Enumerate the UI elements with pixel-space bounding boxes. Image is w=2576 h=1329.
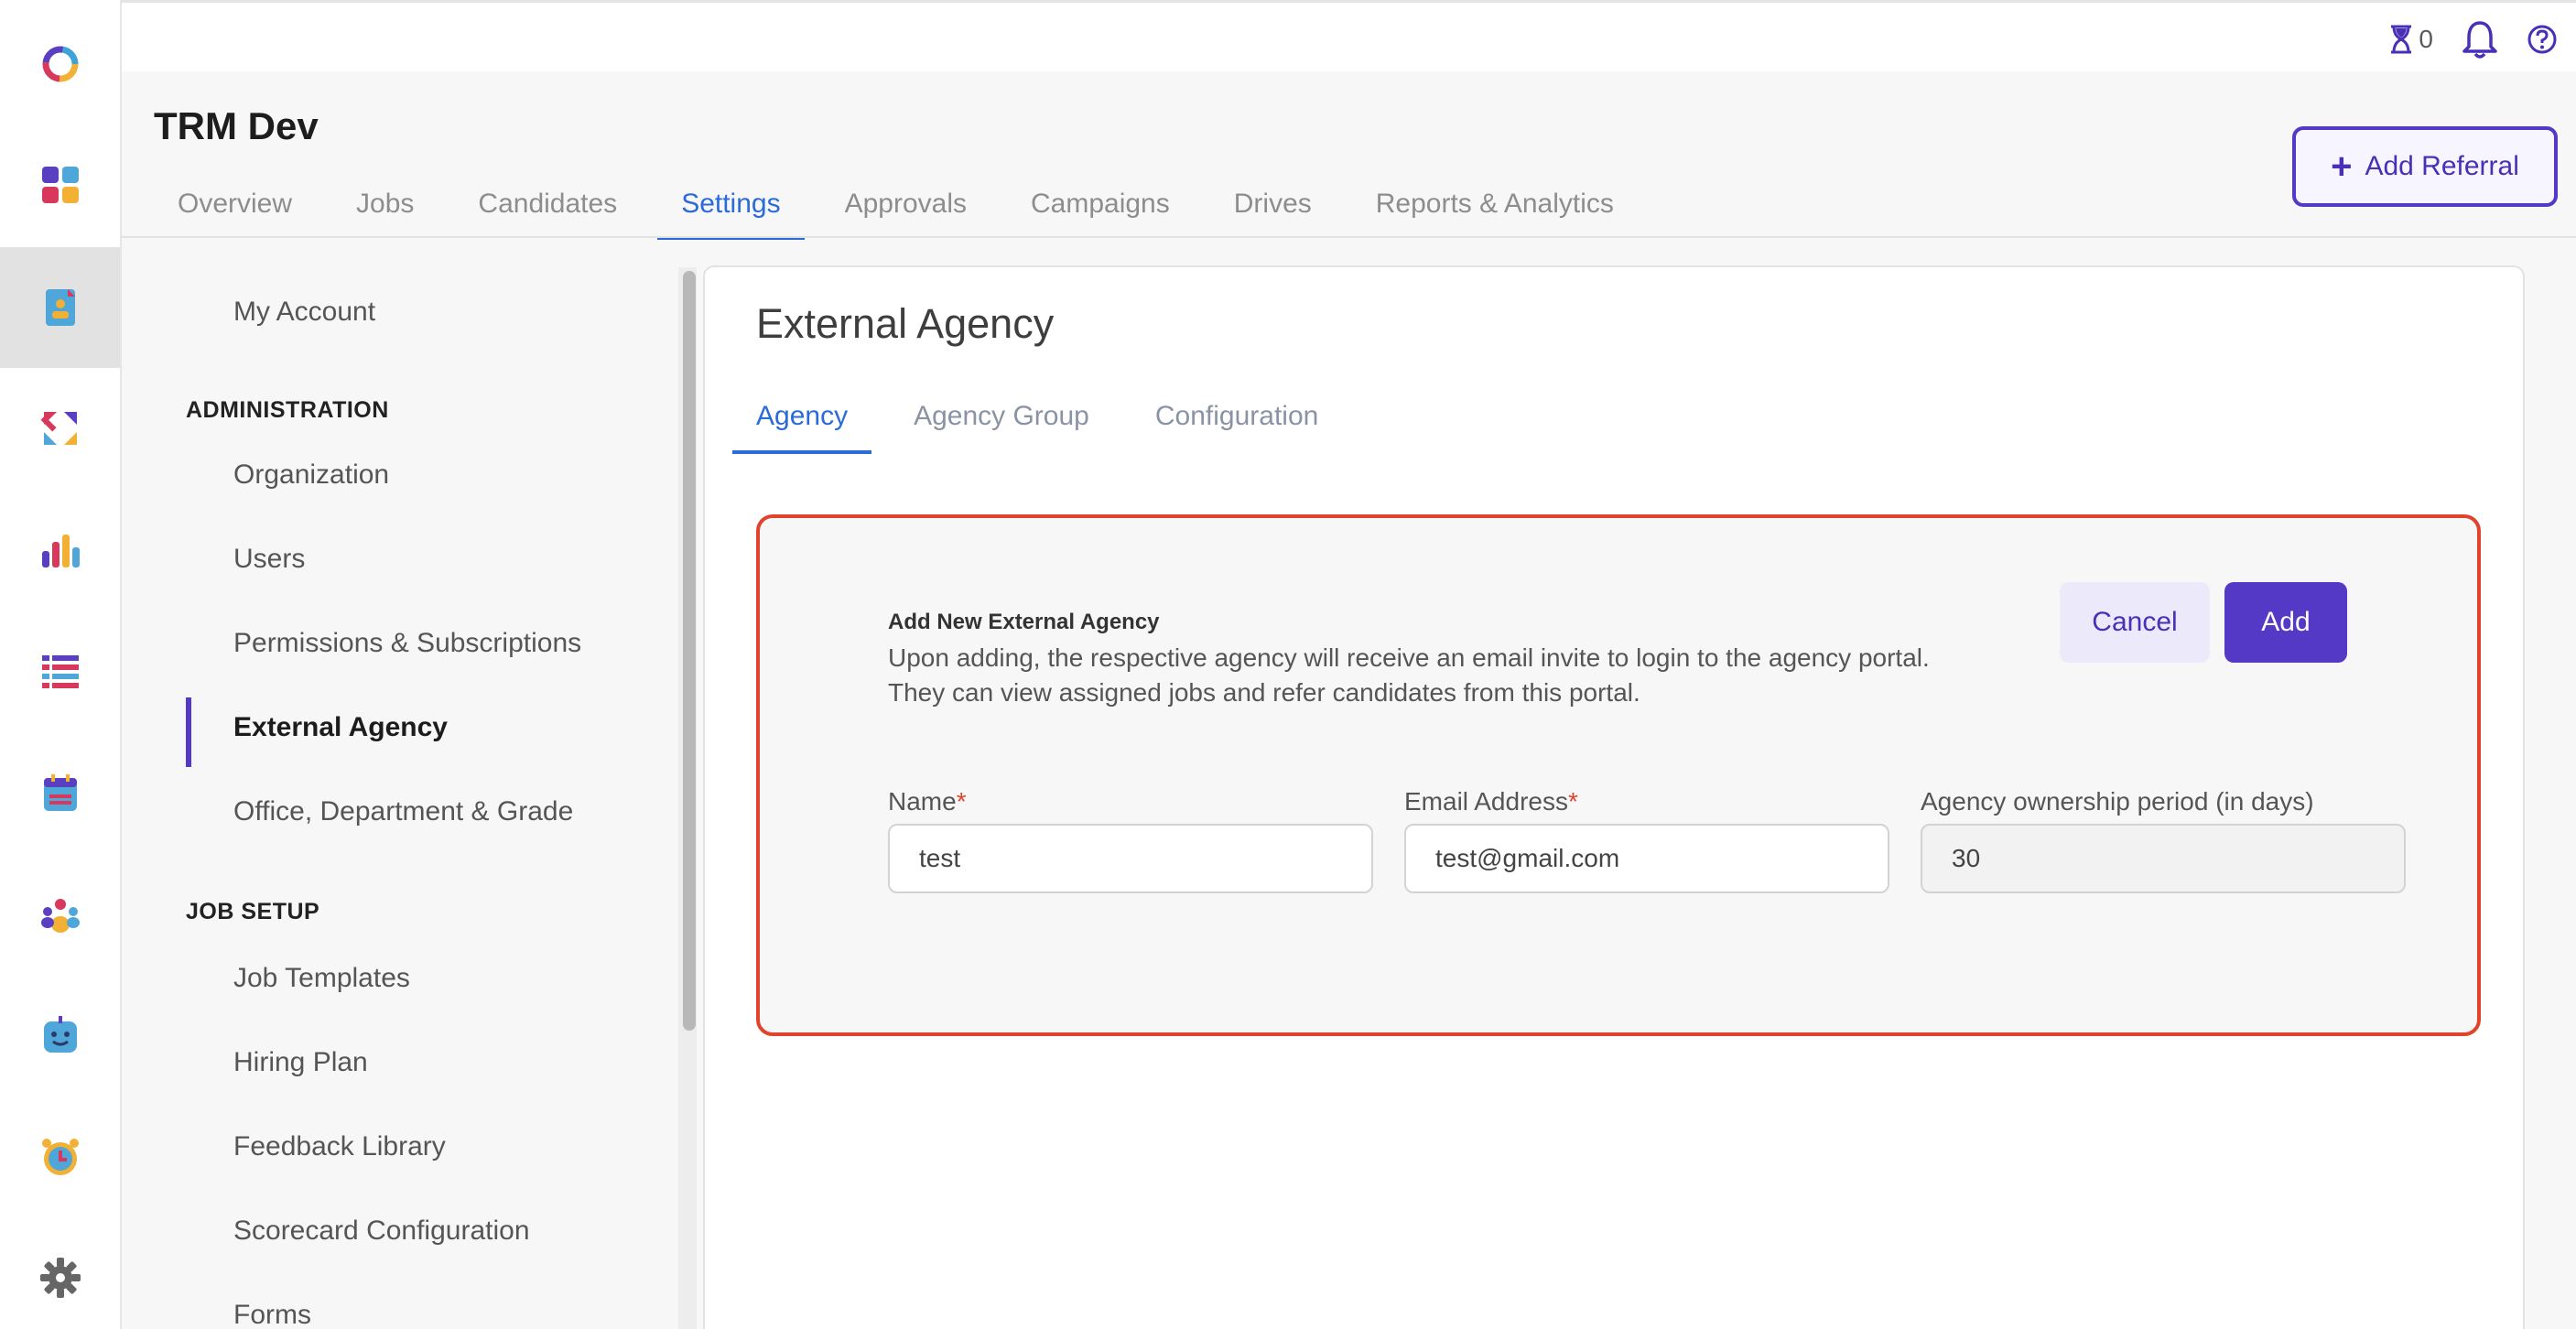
name-field-group: Name* (888, 787, 1373, 893)
help-icon[interactable] (2527, 24, 2558, 55)
nav-my-account[interactable]: My Account (233, 297, 375, 328)
tab-jobs[interactable]: Jobs (332, 174, 438, 238)
tab-agency-group[interactable]: Agency Group (890, 386, 1113, 450)
app-title: TRM Dev (154, 104, 319, 147)
page-title: External Agency (756, 300, 1055, 347)
bot-icon[interactable] (0, 976, 120, 1097)
icon-rail (0, 0, 122, 1329)
clock-icon[interactable] (0, 1097, 120, 1217)
referral-arrows-icon[interactable] (0, 368, 120, 489)
form-heading: Add New External Agency (888, 610, 1160, 634)
hourglass-icon (2391, 25, 2412, 54)
nav-scorecard-configuration[interactable]: Scorecard Configuration (233, 1216, 530, 1247)
tab-configuration[interactable]: Configuration (1131, 386, 1342, 450)
tab-overview[interactable]: Overview (154, 174, 316, 238)
form-description: Upon adding, the respective agency will … (888, 641, 2023, 710)
add-referral-label: Add Referral (2365, 151, 2519, 181)
nav-feedback-library[interactable]: Feedback Library (233, 1131, 446, 1162)
top-icons: 0 (2389, 19, 2558, 59)
nav-active-indicator (186, 697, 191, 767)
plus-icon: + (2331, 146, 2353, 187)
dashboard-icon[interactable] (0, 124, 120, 245)
header-divider (122, 236, 2576, 238)
tab-settings[interactable]: Settings (657, 174, 806, 240)
form-description-line-1: Upon adding, the respective agency will … (888, 643, 1930, 672)
bell-icon[interactable] (2461, 19, 2499, 59)
gear-icon[interactable] (0, 1217, 120, 1329)
tab-drives[interactable]: Drives (1210, 174, 1336, 238)
nav-job-templates[interactable]: Job Templates (233, 963, 410, 994)
logo-icon[interactable] (0, 4, 120, 124)
list-icon[interactable] (0, 611, 120, 732)
add-referral-button[interactable]: + Add Referral (2292, 126, 2558, 207)
calendar-icon[interactable] (0, 732, 120, 853)
tab-campaigns[interactable]: Campaigns (1007, 174, 1194, 238)
nav-section-administration: ADMINISTRATION (186, 397, 389, 423)
nav-forms[interactable]: Forms (233, 1300, 311, 1329)
team-icon[interactable] (0, 855, 120, 976)
tab-approvals[interactable]: Approvals (821, 174, 990, 238)
cancel-button[interactable]: Cancel (2060, 582, 2210, 663)
email-field-group: Email Address* (1404, 787, 1889, 893)
document-icon[interactable] (0, 247, 120, 368)
sub-tabs: Agency Agency Group Configuration (732, 386, 1360, 454)
ownership-field-group: Agency ownership period (in days) (1921, 787, 2406, 893)
form-description-line-2: They can view assigned jobs and refer ca… (888, 678, 1640, 707)
nav-organization[interactable]: Organization (233, 459, 389, 491)
add-agency-form: Add New External Agency Upon adding, the… (756, 514, 2481, 1036)
main-card: External Agency Agency Agency Group Conf… (703, 265, 2525, 1329)
name-label: Name* (888, 787, 967, 816)
timer-count: 0 (2419, 25, 2433, 53)
email-label: Email Address* (1404, 787, 1578, 816)
top-bar: 0 (122, 0, 2576, 71)
main-tabs: Overview Jobs Candidates Settings Approv… (154, 174, 1654, 240)
nav-scrollbar-thumb[interactable] (683, 271, 696, 1031)
nav-section-job-setup: JOB SETUP (186, 899, 320, 924)
nav-office-department-grade[interactable]: Office, Department & Grade (233, 796, 573, 827)
email-input[interactable] (1404, 824, 1889, 893)
settings-nav: My Account ADMINISTRATION Organization U… (122, 240, 678, 1329)
timer-indicator[interactable]: 0 (2389, 25, 2433, 54)
nav-hiring-plan[interactable]: Hiring Plan (233, 1047, 368, 1078)
analytics-icon[interactable] (0, 491, 120, 611)
tab-candidates[interactable]: Candidates (454, 174, 641, 238)
nav-permissions-subscriptions[interactable]: Permissions & Subscriptions (233, 628, 581, 659)
name-input[interactable] (888, 824, 1373, 893)
tab-reports-analytics[interactable]: Reports & Analytics (1352, 174, 1638, 238)
ownership-period-input[interactable] (1921, 824, 2406, 893)
nav-users[interactable]: Users (233, 544, 305, 575)
nav-external-agency[interactable]: External Agency (233, 712, 448, 743)
add-button[interactable]: Add (2224, 582, 2347, 663)
tab-agency[interactable]: Agency (732, 386, 872, 454)
ownership-label: Agency ownership period (in days) (1921, 787, 2314, 816)
